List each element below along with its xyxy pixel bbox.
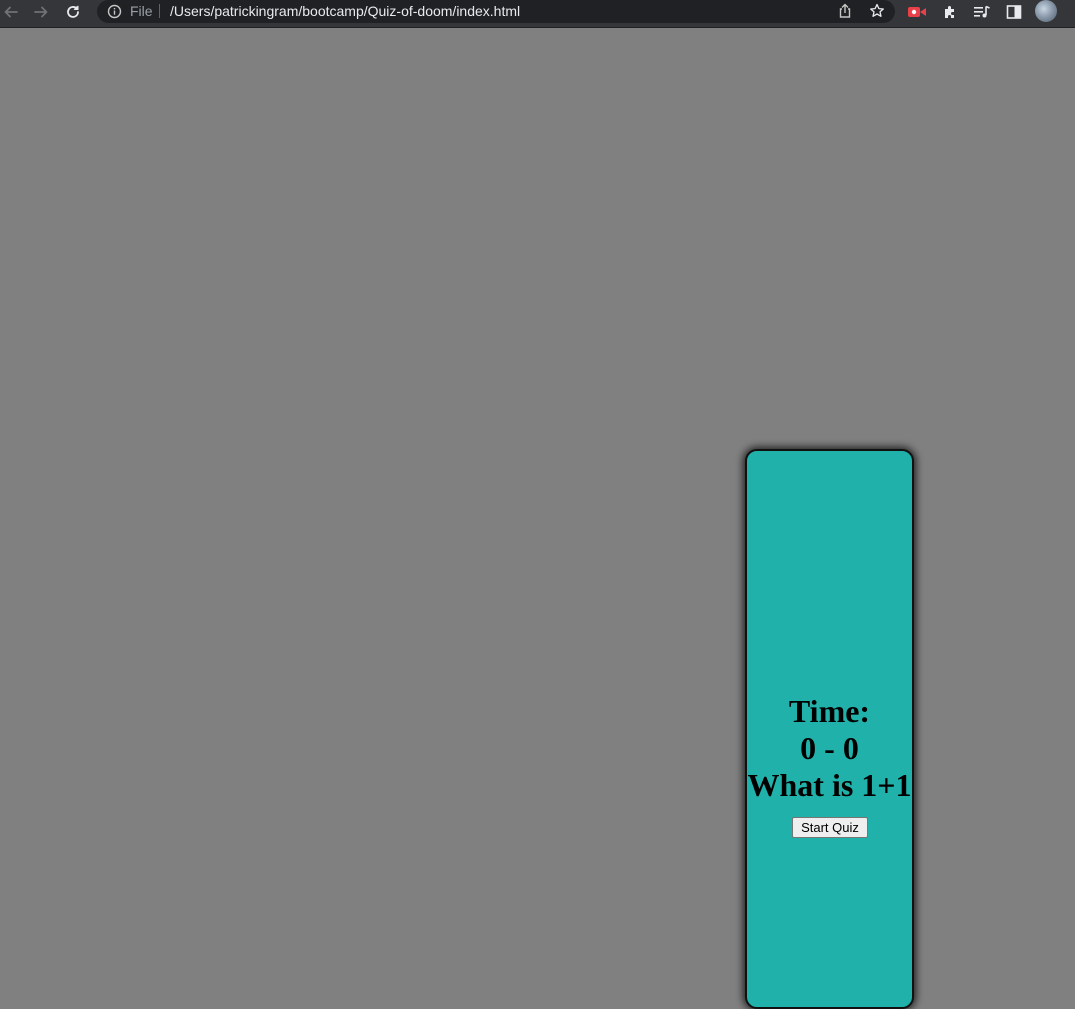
extensions-puzzle-icon[interactable] — [941, 0, 959, 24]
question-text: What is 1+1 — [747, 767, 912, 803]
forward-arrow-icon[interactable] — [32, 0, 50, 24]
timer-label: Time: — [788, 693, 871, 729]
start-quiz-button[interactable]: Start Quiz — [792, 817, 868, 838]
quiz-card: Time: 0 - 0 What is 1+1 Start Quiz — [745, 449, 914, 1009]
url-text[interactable]: /Users/patrickingram/bootcamp/Quiz-of-do… — [170, 3, 520, 19]
site-info-icon[interactable] — [107, 4, 122, 19]
side-panel-icon[interactable] — [1005, 0, 1023, 24]
address-divider — [159, 4, 160, 18]
share-icon[interactable] — [837, 3, 853, 24]
browser-toolbar: File /Users/patrickingram/bootcamp/Quiz-… — [0, 0, 1075, 28]
bookmark-star-icon[interactable] — [869, 3, 885, 24]
back-arrow-icon[interactable] — [2, 0, 20, 24]
profile-avatar[interactable] — [1035, 0, 1057, 22]
reload-icon[interactable] — [64, 0, 82, 24]
media-playlist-icon[interactable] — [973, 0, 991, 24]
url-scheme-label: File — [130, 3, 153, 19]
score-display: 0 - 0 — [800, 730, 859, 766]
extension-red-icon[interactable] — [907, 0, 927, 24]
address-bar[interactable]: File /Users/patrickingram/bootcamp/Quiz-… — [97, 0, 895, 23]
